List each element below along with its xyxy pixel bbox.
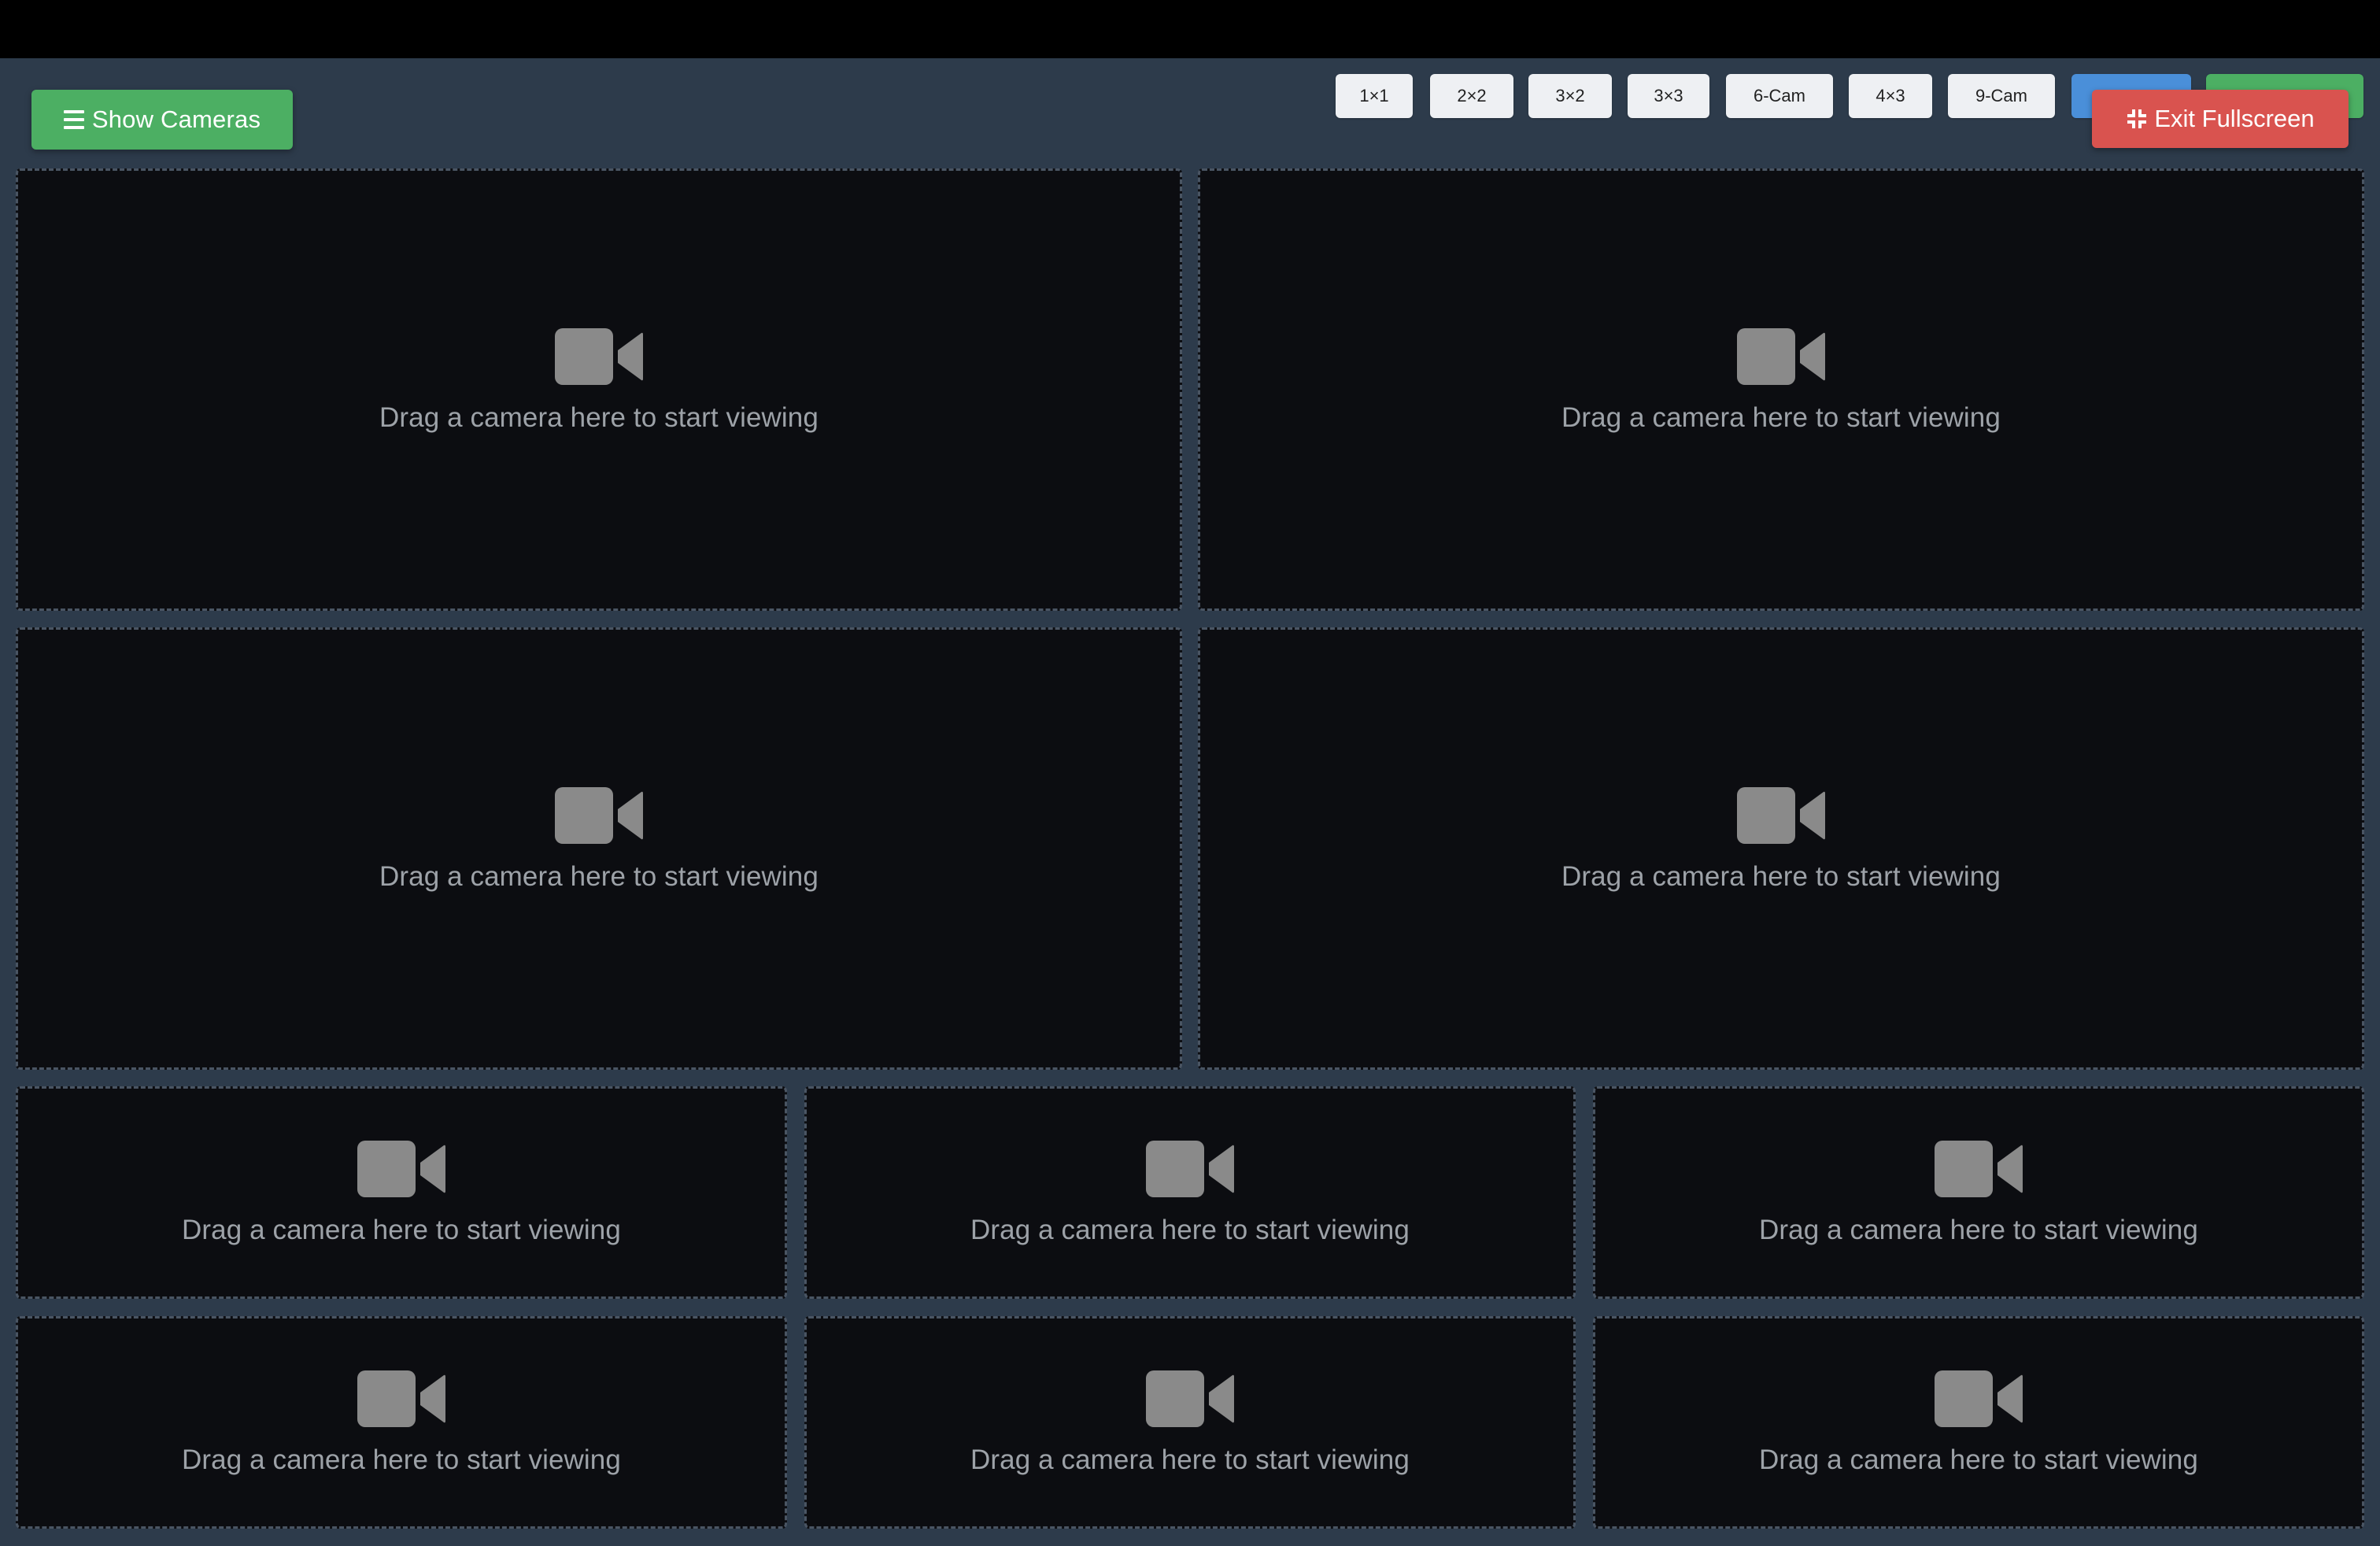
video-camera-icon	[357, 1141, 445, 1197]
video-camera-icon	[1935, 1370, 2023, 1427]
hamburger-icon	[63, 110, 84, 129]
video-camera-icon	[1737, 328, 1825, 385]
empty-slot-text: Drag a camera here to start viewing	[970, 1215, 1410, 1245]
video-camera-icon	[555, 328, 643, 385]
video-camera-icon	[555, 787, 643, 844]
camera-slot[interactable]: Drag a camera here to start viewing	[804, 1086, 1576, 1299]
layout-2x2-button[interactable]: 2×2	[1430, 74, 1513, 118]
camera-slot[interactable]: Drag a camera here to start viewing	[16, 1316, 787, 1529]
camera-slot[interactable]: Drag a camera here to start viewing	[804, 1316, 1576, 1529]
empty-slot-text: Drag a camera here to start viewing	[182, 1444, 621, 1475]
empty-slot-text: Drag a camera here to start viewing	[182, 1215, 621, 1245]
camera-viewer: Show Cameras 1×1 2×2 3×2 3×3 6-Cam 4×3 9…	[0, 58, 2380, 1546]
layout-9cam-button[interactable]: 9-Cam	[1948, 74, 2055, 118]
empty-slot-text: Drag a camera here to start viewing	[379, 402, 819, 433]
exit-fullscreen-button[interactable]: Exit Fullscreen	[2092, 90, 2349, 148]
compress-icon	[2127, 109, 2147, 128]
video-camera-icon	[1737, 787, 1825, 844]
empty-slot-text: Drag a camera here to start viewing	[1561, 402, 2001, 433]
camera-slot[interactable]: Drag a camera here to start viewing	[1593, 1086, 2364, 1299]
camera-slot[interactable]: Drag a camera here to start viewing	[16, 168, 1182, 611]
video-camera-icon	[1146, 1370, 1234, 1427]
show-cameras-label: Show Cameras	[91, 105, 261, 133]
layout-4x3-button[interactable]: 4×3	[1849, 74, 1932, 118]
layout-3x3-button[interactable]: 3×3	[1628, 74, 1709, 118]
camera-slot[interactable]: Drag a camera here to start viewing	[16, 627, 1182, 1070]
empty-slot-text: Drag a camera here to start viewing	[1759, 1215, 2198, 1245]
video-camera-icon	[1146, 1141, 1234, 1197]
video-camera-icon	[1935, 1141, 2023, 1197]
empty-slot-text: Drag a camera here to start viewing	[379, 861, 819, 892]
camera-slot[interactable]: Drag a camera here to start viewing	[16, 1086, 787, 1299]
empty-slot-text: Drag a camera here to start viewing	[970, 1444, 1410, 1475]
layout-6cam-button[interactable]: 6-Cam	[1726, 74, 1833, 118]
top-black-bar	[0, 0, 2380, 58]
camera-slot[interactable]: Drag a camera here to start viewing	[1198, 168, 2364, 611]
empty-slot-text: Drag a camera here to start viewing	[1759, 1444, 2198, 1475]
layout-3x2-button[interactable]: 3×2	[1528, 74, 1612, 118]
camera-slot[interactable]: Drag a camera here to start viewing	[1198, 627, 2364, 1070]
camera-slot[interactable]: Drag a camera here to start viewing	[1593, 1316, 2364, 1529]
layout-1x1-button[interactable]: 1×1	[1336, 74, 1413, 118]
video-camera-icon	[357, 1370, 445, 1427]
show-cameras-button[interactable]: Show Cameras	[31, 90, 293, 150]
empty-slot-text: Drag a camera here to start viewing	[1561, 861, 2001, 892]
exit-fullscreen-label: Exit Fullscreen	[2154, 105, 2315, 132]
